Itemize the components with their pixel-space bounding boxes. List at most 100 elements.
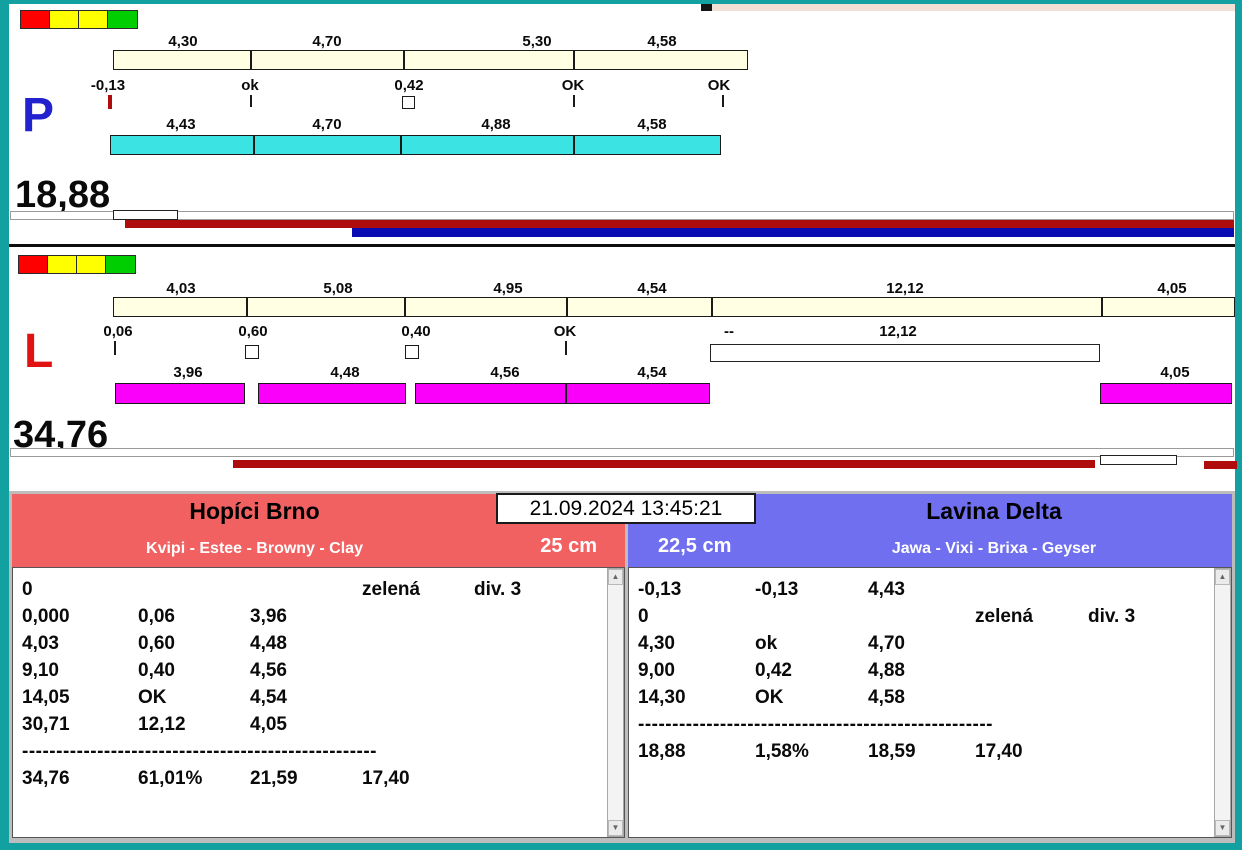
result-cell: 4,03 <box>22 633 59 654</box>
tick-mark <box>565 341 567 355</box>
split-value: 4,70 <box>312 33 342 50</box>
progress-bar-blue <box>352 228 1234 237</box>
result-cell: zelená <box>362 579 421 600</box>
status-value: 0,40 <box>401 323 431 340</box>
progress-segment-outline <box>113 210 178 220</box>
team-left-height: 25 cm <box>540 535 597 557</box>
status-value: OK <box>553 323 577 340</box>
team-left-scrollbar[interactable]: ▲ ▼ <box>607 568 624 837</box>
result-cell <box>250 579 362 601</box>
bar-divider <box>573 50 575 70</box>
split-value: 4,54 <box>637 280 667 297</box>
checkbox[interactable] <box>245 345 259 359</box>
panel-separator <box>9 244 1235 247</box>
empty-segment-box <box>710 344 1100 362</box>
tick-mark <box>573 95 575 107</box>
result-cell: 4,30 <box>638 633 675 654</box>
result-cell: 4,56 <box>250 660 287 681</box>
split-value: 4,30 <box>168 33 198 50</box>
split-value: 4,58 <box>647 33 677 50</box>
lane-total-p: 18,88 <box>15 174 111 216</box>
checkbox[interactable] <box>402 96 415 109</box>
team-right-name: Lavina Delta <box>926 498 1062 524</box>
result-row: 14,30 OK 4,58 <box>638 687 1088 709</box>
result-cell: 4,88 <box>868 660 905 681</box>
result-cell <box>138 579 250 601</box>
status-value: 0,60 <box>238 323 268 340</box>
split-value: 4,95 <box>493 280 523 297</box>
status-light-yellow-icon <box>48 256 77 273</box>
summary-cell: 1,58% <box>755 741 809 762</box>
result-cell: div. 3 <box>474 579 522 600</box>
result-cell <box>362 714 474 736</box>
result-cell <box>975 687 1088 709</box>
result-cell <box>975 579 1088 601</box>
scroll-down-icon[interactable]: ▼ <box>608 820 623 836</box>
status-light-green-icon <box>106 256 135 273</box>
checkbox[interactable] <box>405 345 419 359</box>
external-window-strip <box>712 4 1235 11</box>
team-right-scrollbar[interactable]: ▲ ▼ <box>1214 568 1231 837</box>
window-border-bottom <box>0 843 1242 850</box>
scroll-down-icon[interactable]: ▼ <box>1215 820 1230 836</box>
status-value: 0,06 <box>103 323 133 340</box>
scroll-up-icon[interactable]: ▲ <box>608 569 623 585</box>
team-right-members: Jawa - Vixi - Brixa - Geyser <box>891 540 1097 557</box>
result-cell: 4,58 <box>868 687 905 708</box>
result-cell: 9,10 <box>22 660 59 681</box>
summary-cell: 18,59 <box>868 741 916 762</box>
split-value: 3,96 <box>173 364 203 381</box>
result-row: 4,30 ok 4,70 <box>638 633 1088 655</box>
result-cell: 9,00 <box>638 660 675 681</box>
result-cell: 0 <box>22 579 33 600</box>
result-cell <box>362 687 474 709</box>
window-border-left <box>0 0 9 850</box>
segment-bar-l-bottom <box>258 383 406 404</box>
bar-divider <box>573 135 575 155</box>
result-cell: 0,000 <box>22 606 70 627</box>
lane-letter-p: P <box>22 89 55 142</box>
result-row: 0,000 0,06 3,96 <box>22 606 474 628</box>
result-cell: 0,42 <box>755 660 792 681</box>
segment-bar-p-bottom <box>110 135 721 155</box>
split-value: 4,48 <box>330 364 360 381</box>
result-cell: OK <box>138 687 167 708</box>
tick-mark <box>250 95 252 107</box>
result-cell: OK <box>755 687 784 708</box>
result-cell <box>362 606 474 628</box>
result-cell <box>362 660 474 682</box>
split-value: 4,54 <box>637 364 667 381</box>
summary-cell: 34,76 <box>22 768 70 789</box>
result-cell: 14,05 <box>22 687 70 708</box>
bar-divider <box>566 297 568 317</box>
status-lights-p <box>20 10 138 29</box>
bar-divider <box>404 297 406 317</box>
bar-divider <box>253 135 255 155</box>
result-cell <box>868 606 975 628</box>
segment-bar-l-bottom <box>1100 383 1232 404</box>
result-cell: 0,06 <box>138 606 175 627</box>
result-row: 0 zelená div. 3 <box>22 579 521 601</box>
result-row: -0,13 -0,13 4,43 <box>638 579 1088 601</box>
result-cell: -0,13 <box>755 579 799 600</box>
timestamp: 21.09.2024 13:45:21 <box>496 493 756 524</box>
progress-bar-red <box>233 460 1095 468</box>
segment-bar-l-bottom <box>115 383 245 404</box>
result-row: 30,71 12,12 4,05 <box>22 714 474 736</box>
result-cell: zelená <box>975 606 1034 627</box>
status-light-yellow-icon <box>79 11 108 28</box>
window-border-right <box>1235 0 1242 850</box>
result-row: 4,03 0,60 4,48 <box>22 633 474 655</box>
result-cell: 30,71 <box>22 714 70 735</box>
bar-divider <box>1101 297 1103 317</box>
split-value: 4,56 <box>490 364 520 381</box>
status-value: 12,12 <box>879 323 917 340</box>
result-row: 0 zelená div. 3 <box>638 606 1135 628</box>
result-cell: 4,48 <box>250 633 287 654</box>
summary-cell: 61,01% <box>138 768 203 789</box>
status-lights-l <box>18 255 136 274</box>
summary-row: 18,88 1,58% 18,59 17,40 <box>638 741 1023 763</box>
scroll-up-icon[interactable]: ▲ <box>1215 569 1230 585</box>
status-light-yellow-icon <box>50 11 79 28</box>
result-cell: div. 3 <box>1088 606 1136 627</box>
